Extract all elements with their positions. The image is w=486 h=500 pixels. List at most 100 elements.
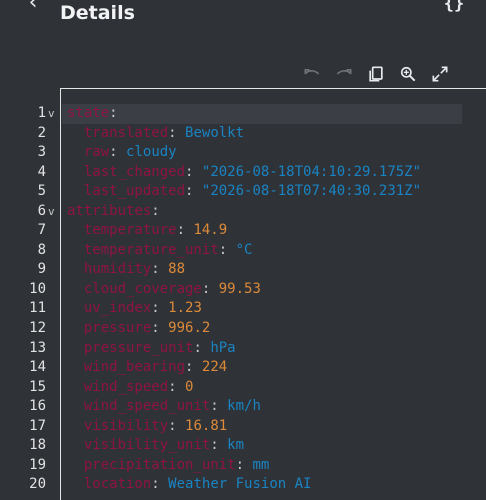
code-content: attributes: <box>62 202 462 222</box>
line-number: 9 <box>37 261 46 278</box>
yaml-value: km/h <box>227 398 261 415</box>
yaml-key: pressure <box>83 320 152 337</box>
back-button[interactable]: ‹ <box>22 0 44 14</box>
code-line[interactable]: 18 visibility_unit: km <box>0 436 486 456</box>
yaml-value: cloudy <box>126 144 177 161</box>
code-line[interactable]: 14 wind_bearing: 224 <box>0 358 486 378</box>
yaml-key: cloud_coverage <box>83 280 202 297</box>
code-line[interactable]: 6 v attributes: <box>0 202 486 222</box>
code-line[interactable]: 15 wind_speed: 0 <box>0 378 486 398</box>
yaml-colon: : <box>168 124 177 141</box>
code-line[interactable]: 13 pressure_unit: hPa <box>0 339 486 359</box>
yaml-colon: : <box>109 105 118 121</box>
search-replace-icon <box>400 66 416 82</box>
redo-icon <box>336 69 352 75</box>
yaml-key: wind_speed <box>83 378 169 395</box>
code-line[interactable]: 3 raw: cloudy <box>0 143 486 163</box>
yaml-colon: : <box>185 163 194 180</box>
yaml-colon: : <box>168 378 177 395</box>
code-line[interactable]: 9 humidity: 88 <box>0 260 486 280</box>
yaml-value: 16.81 <box>185 417 228 434</box>
line-number: 1 <box>37 105 46 121</box>
code-line[interactable]: 5 last_updated: "2026-08-18T07:40:30.231… <box>0 182 486 202</box>
json-toggle-button[interactable]: {} <box>440 0 468 18</box>
undo-icon <box>304 69 320 75</box>
line-number: 19 <box>29 456 46 473</box>
undo-button[interactable] <box>300 62 324 86</box>
code-content: translated: Bewolkt <box>62 124 462 144</box>
code-line[interactable]: 7 temperature: 14.9 <box>0 221 486 241</box>
yaml-key: temperature <box>83 222 177 239</box>
line-number: 20 <box>29 476 46 493</box>
yaml-key: last_changed <box>83 163 186 180</box>
code-line[interactable]: 10 cloud_coverage: 99.53 <box>0 280 486 300</box>
code-line[interactable]: 11 uv_index: 1.23 <box>0 299 486 319</box>
yaml-value: "2026-08-18T07:40:30.231Z" <box>201 183 422 200</box>
yaml-value: 88 <box>168 261 186 278</box>
editor-toolbar <box>300 62 452 88</box>
yaml-key: temperature_unit <box>83 241 219 258</box>
yaml-value: 224 <box>201 359 228 376</box>
code-line[interactable]: 12 pressure: 996.2 <box>0 319 486 339</box>
yaml-key: pressure_unit <box>83 339 194 356</box>
code-content: visibility: 16.81 <box>62 417 462 437</box>
code-content: state: <box>62 104 462 124</box>
yaml-key: translated <box>83 124 169 141</box>
code-content: location: Weather Fusion AI <box>62 475 462 495</box>
yaml-value: mm <box>252 456 270 473</box>
yaml-key: uv_index <box>83 300 152 317</box>
code-content: humidity: 88 <box>62 260 462 280</box>
yaml-colon: : <box>185 359 194 376</box>
yaml-key: precipitation_unit <box>83 456 236 473</box>
fold-chevron-icon[interactable]: v <box>48 104 58 124</box>
yaml-colon: : <box>168 417 177 434</box>
yaml-key: visibility_unit <box>83 437 211 454</box>
code-line[interactable]: 17 visibility: 16.81 <box>0 417 486 437</box>
code-content: wind_bearing: 224 <box>62 358 462 378</box>
code-line[interactable]: 20 location: Weather Fusion AI <box>0 475 486 495</box>
code-content: cloud_coverage: 99.53 <box>62 280 462 300</box>
code-line[interactable]: 1 v state: <box>0 104 486 124</box>
yaml-colon: : <box>201 280 211 297</box>
yaml-key: wind_speed_unit <box>83 398 211 415</box>
code-line[interactable]: 19 precipitation_unit: mm <box>0 456 486 476</box>
line-number: 14 <box>29 359 46 376</box>
code-content: wind_speed_unit: km/h <box>62 397 462 417</box>
line-number: 16 <box>29 398 46 415</box>
yaml-colon: : <box>185 183 194 200</box>
fullscreen-icon <box>432 66 448 82</box>
copy-icon <box>369 66 383 82</box>
yaml-colon: : <box>109 144 118 161</box>
copy-button[interactable] <box>364 62 388 86</box>
fold-chevron-icon[interactable]: v <box>48 202 58 222</box>
line-number: 2 <box>37 124 46 141</box>
code-line[interactable]: 4 last_changed: "2026-08-18T04:10:29.175… <box>0 163 486 183</box>
fullscreen-button[interactable] <box>428 62 452 86</box>
code-content: last_updated: "2026-08-18T07:40:30.231Z" <box>62 182 462 202</box>
line-number: 18 <box>29 437 46 454</box>
line-number: 12 <box>29 320 46 337</box>
yaml-key: last_updated <box>83 183 186 200</box>
code-content: last_changed: "2026-08-18T04:10:29.175Z" <box>62 163 462 183</box>
yaml-value: km <box>227 437 245 454</box>
yaml-key: visibility <box>83 417 169 434</box>
yaml-value: 0 <box>185 378 194 395</box>
yaml-key: state <box>67 105 110 121</box>
code-line[interactable]: 2 translated: Bewolkt <box>0 124 486 144</box>
line-number: 13 <box>29 339 46 356</box>
yaml-value: 1.23 <box>168 300 202 317</box>
search-replace-button[interactable] <box>396 62 420 86</box>
yaml-colon: : <box>151 476 160 493</box>
redo-button[interactable] <box>332 62 356 86</box>
code-content: uv_index: 1.23 <box>62 299 462 319</box>
line-number: 6 <box>37 202 46 219</box>
code-content: pressure_unit: hPa <box>62 339 462 359</box>
code-line[interactable]: 16 wind_speed_unit: km/h <box>0 397 486 417</box>
yaml-key: humidity <box>83 261 152 278</box>
yaml-colon: : <box>210 437 219 454</box>
code-line[interactable]: 8 temperature_unit: °C <box>0 241 486 261</box>
yaml-colon: : <box>210 398 219 415</box>
line-number: 10 <box>29 280 46 297</box>
yaml-key: location <box>83 476 152 493</box>
yaml-colon: : <box>151 202 160 219</box>
